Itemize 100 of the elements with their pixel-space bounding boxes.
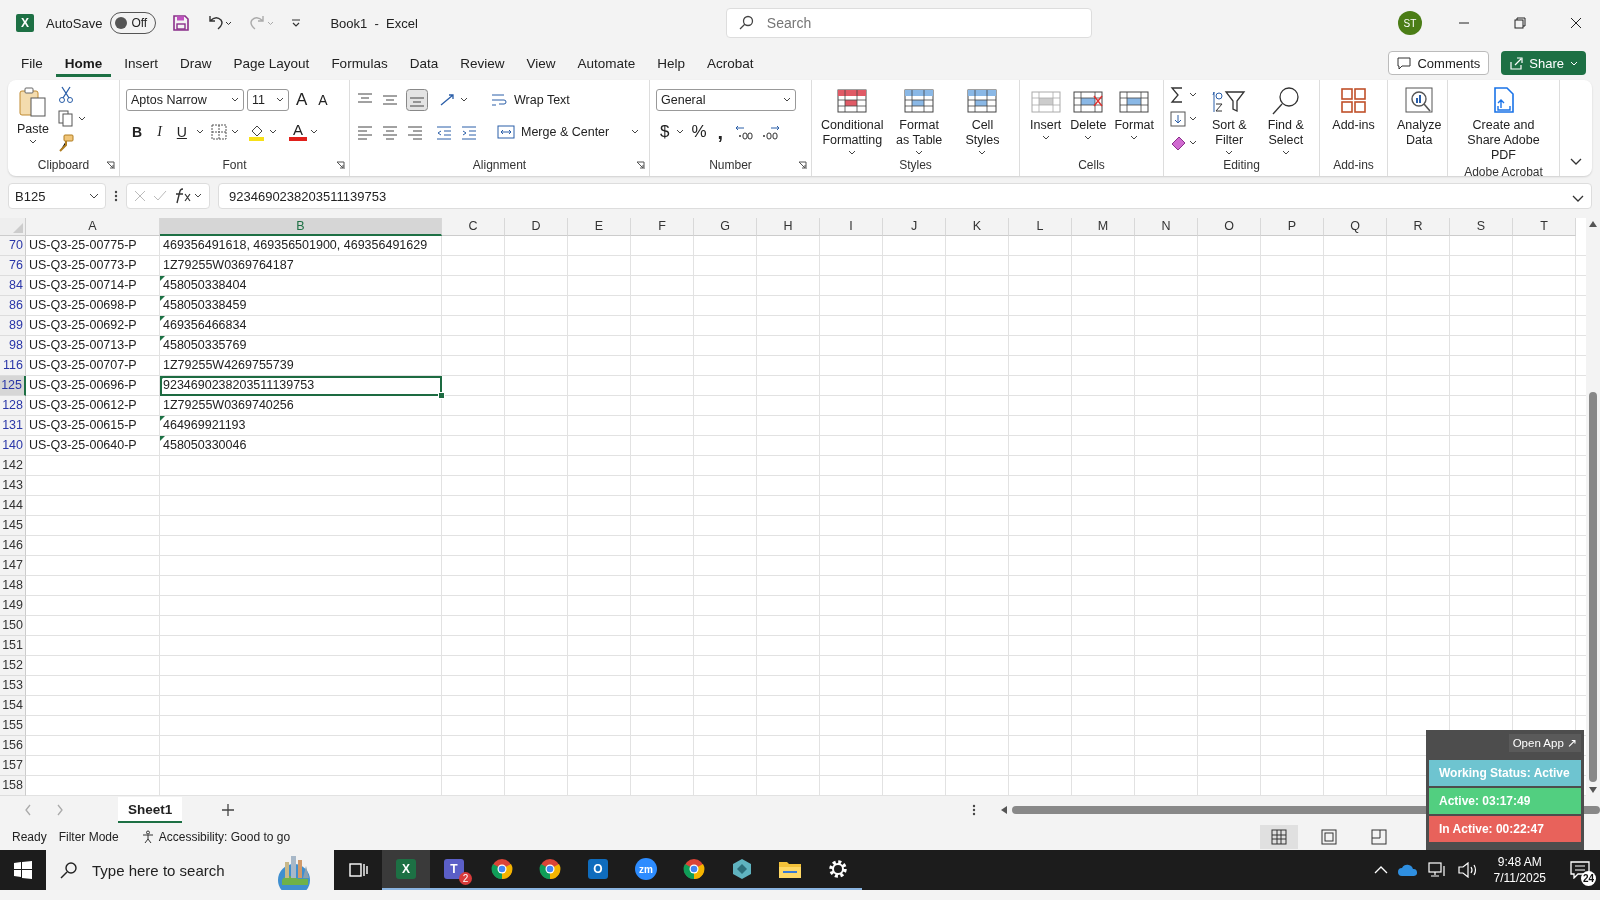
formula-field[interactable]: 9234690238203511139753 (218, 183, 1592, 209)
dialog-launcher-icon[interactable] (106, 161, 115, 170)
caret-icon[interactable] (309, 129, 318, 135)
ribbon-button[interactable]: Find & Select (1258, 84, 1313, 158)
row-header[interactable]: 98 (0, 336, 26, 356)
row-header[interactable]: 146 (0, 536, 26, 556)
bold-button[interactable]: B (126, 124, 149, 140)
menu-tab[interactable]: Automate (568, 49, 645, 77)
menu-tab[interactable]: Data (400, 49, 448, 77)
column-header[interactable]: P (1261, 218, 1324, 236)
check-icon[interactable] (153, 189, 167, 203)
menu-tab[interactable]: File (12, 49, 52, 77)
network-icon[interactable] (1427, 862, 1448, 878)
column-header[interactable]: T (1513, 218, 1576, 236)
sheet-tab[interactable]: Sheet1 (118, 797, 183, 823)
row-header[interactable]: 89 (0, 316, 26, 336)
dialog-launcher-icon[interactable] (336, 161, 345, 170)
row-header[interactable]: 144 (0, 496, 26, 516)
normal-view-button[interactable] (1260, 825, 1298, 849)
row-header[interactable]: 156 (0, 736, 26, 756)
row-header[interactable]: 154 (0, 696, 26, 716)
open-app-link[interactable]: Open App ↗ (1508, 734, 1581, 752)
row-header[interactable]: 70 (0, 236, 26, 256)
caret-icon[interactable] (676, 129, 685, 135)
italic-button[interactable]: I (151, 124, 168, 140)
column-header[interactable]: L (1009, 218, 1072, 236)
column-header[interactable]: J (883, 218, 946, 236)
menu-tab[interactable]: Review (451, 49, 514, 77)
ribbon-button[interactable]: Delete (1067, 84, 1110, 143)
row-header[interactable]: 116 (0, 356, 26, 376)
row-header[interactable]: 147 (0, 556, 26, 576)
column-header[interactable]: Q (1324, 218, 1387, 236)
currency-button[interactable]: $ (656, 122, 674, 142)
column-header[interactable]: D (505, 218, 568, 236)
row-header[interactable]: 157 (0, 756, 26, 776)
ribbon-button[interactable]: Add-ins (1326, 84, 1381, 135)
error-indicator-icon[interactable] (160, 436, 165, 441)
underline-button[interactable]: U (170, 124, 193, 140)
column-header[interactable]: C (442, 218, 505, 236)
column-header[interactable]: M (1072, 218, 1135, 236)
decrease-font-size-button[interactable]: A (314, 92, 332, 108)
scroll-up-icon[interactable] (1588, 220, 1598, 228)
search-field[interactable]: Search (725, 8, 1092, 38)
column-header[interactable]: R (1387, 218, 1450, 236)
comments-button[interactable]: Comments (1388, 51, 1490, 75)
menu-tab[interactable]: Insert (115, 49, 168, 77)
cloud-icon[interactable] (1397, 863, 1418, 877)
borders-icon[interactable] (210, 124, 241, 140)
ribbon-button[interactable]: Conditional Formatting (818, 84, 887, 158)
start-icon[interactable] (14, 861, 32, 879)
decrease-decimal-icon[interactable] (761, 123, 782, 141)
scroll-left-icon[interactable] (1000, 805, 1008, 815)
close-icon[interactable] (1570, 17, 1582, 29)
more-icon[interactable] (114, 189, 118, 203)
row-header[interactable]: 151 (0, 636, 26, 656)
increase-decimal-icon[interactable] (734, 123, 755, 141)
menu-tab[interactable]: Page Layout (224, 49, 319, 77)
clock-date[interactable]: 7/11/2025 (1493, 870, 1546, 886)
undo-icon[interactable] (206, 14, 233, 32)
error-indicator-icon[interactable] (160, 416, 165, 421)
ribbon-button[interactable]: Format (1111, 84, 1157, 143)
ribbon-button[interactable]: Create and Share Adobe PDF (1454, 84, 1553, 165)
menu-tab[interactable]: View (517, 49, 565, 77)
wrap-text-button[interactable]: Wrap Text (490, 92, 570, 108)
customize-icon[interactable] (290, 17, 303, 29)
row-header[interactable]: 152 (0, 656, 26, 676)
column-header[interactable]: F (631, 218, 694, 236)
copy-icon[interactable] (57, 110, 88, 128)
paste-button[interactable]: Paste (14, 84, 52, 147)
speaker-icon[interactable] (1457, 862, 1478, 878)
caret-icon[interactable] (195, 129, 204, 135)
row-header[interactable]: 131 (0, 416, 26, 436)
add-sheet-icon[interactable] (222, 804, 235, 816)
column-header[interactable]: H (757, 218, 820, 236)
column-header[interactable]: I (820, 218, 883, 236)
number-format-dropdown[interactable]: General (656, 89, 796, 111)
row-header[interactable]: 150 (0, 616, 26, 636)
font-name-dropdown[interactable]: Aptos Narrow (126, 89, 244, 111)
row-header[interactable]: 155 (0, 716, 26, 736)
selected-cell[interactable]: 9234690238203511139753 (160, 376, 442, 396)
font-color-button[interactable]: A (288, 123, 307, 141)
ribbon-button[interactable]: Cell Styles (951, 84, 1013, 158)
row-header[interactable]: 140 (0, 436, 26, 456)
taskbar-app[interactable]: X (382, 850, 430, 890)
expand-icon[interactable] (1572, 195, 1584, 203)
more-icon[interactable] (972, 803, 976, 817)
fill-handle[interactable] (438, 392, 445, 399)
error-indicator-icon[interactable] (160, 316, 165, 321)
notification-button[interactable]: 24 (1560, 850, 1600, 890)
row-header[interactable]: 76 (0, 256, 26, 276)
align-center-icon[interactable] (381, 123, 399, 141)
merge-center-button[interactable]: Merge & Center (497, 124, 640, 140)
accessibility-status[interactable]: Accessibility: Good to go (140, 830, 291, 844)
row-header[interactable]: 148 (0, 576, 26, 596)
error-indicator-icon[interactable] (160, 336, 165, 341)
row-header[interactable]: 149 (0, 596, 26, 616)
share-button[interactable]: Share (1501, 51, 1586, 75)
error-indicator-icon[interactable] (160, 276, 165, 281)
font-size-dropdown[interactable]: 11 (247, 89, 289, 111)
restore-icon[interactable] (1514, 17, 1526, 29)
